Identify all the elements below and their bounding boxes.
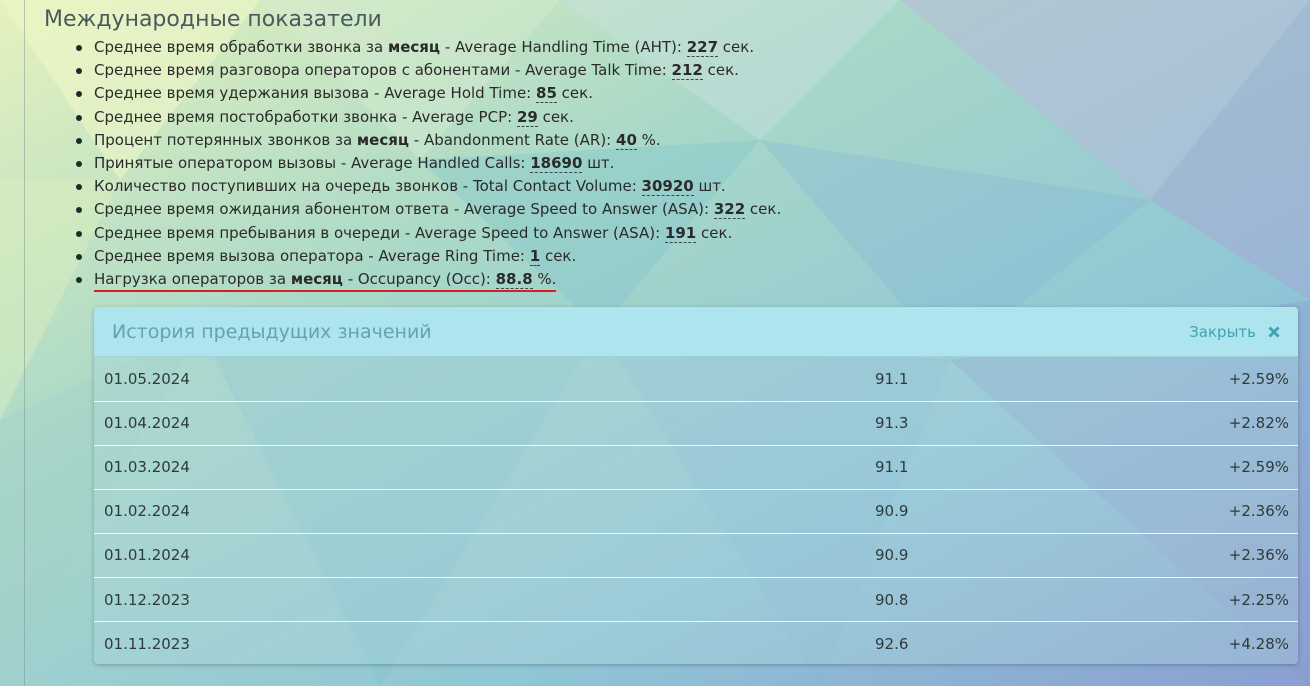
page-left-border [24,0,25,686]
metric-value[interactable]: 88.8 [495,269,533,289]
active-metric-underline: Нагрузка операторов за месяц - Occupancy… [94,269,557,292]
table-row: 01.12.2023 90.8 +2.25% [94,576,1298,622]
metric-value[interactable]: 30920 [641,177,694,197]
metric-value[interactable]: 212 [671,61,703,81]
history-table: 01.05.2024 91.1 +2.59% 01.04.2024 91.3 +… [94,357,1298,664]
row-delta: +2.59% [1228,369,1289,388]
row-date: 01.11.2023 [94,621,805,664]
table-row: 01.05.2024 91.1 +2.59% [94,357,1298,401]
row-value: 91.1 [875,369,909,388]
row-delta: +2.36% [1136,488,1298,534]
metric-value[interactable]: 40 [616,130,637,150]
metric-aht-hold: Среднее время удержания вызова - Average… [74,82,1298,105]
metric-ar: Процент потерянных звонков за месяц - Ab… [74,129,1298,152]
metric-ring-time: Среднее время вызова оператора - Average… [74,245,1298,268]
metric-value[interactable]: 29 [516,107,538,127]
metric-contact-volume: Количество поступивших на очередь звонко… [74,175,1298,198]
row-date: 01.02.2024 [94,488,805,534]
metric-value[interactable]: 191 [664,223,697,243]
metrics-list: Среднее время обработки звонка за месяц … [44,36,1298,292]
row-delta: +2.36% [1136,532,1298,578]
metric-att: Среднее время разговора операторов с або… [74,59,1298,82]
metric-asa-queue: Среднее время пребывания в очереди - Ave… [74,222,1298,245]
row-date: 01.03.2024 [94,444,805,490]
metric-value[interactable]: 1 [529,246,541,266]
metric-asa-answer: Среднее время ожидания абонентом ответа … [74,198,1298,221]
table-row: 01.01.2024 90.9 +2.36% [94,532,1298,578]
metric-handled-calls: Принятые оператором вызовы - Average Han… [74,152,1298,175]
history-header: История предыдущих значений Закрыть [94,307,1298,357]
metric-occupancy: Нагрузка операторов за месяц - Occupancy… [74,268,1298,292]
international-metrics-section: Международные показатели Среднее время о… [44,4,1298,292]
metric-value[interactable]: 85 [536,84,557,104]
metric-value[interactable]: 227 [686,38,719,57]
row-delta: +2.82% [1136,400,1298,446]
table-row: 01.11.2023 92.6 +4.28% [94,621,1298,664]
row-delta: +2.25% [1136,576,1298,622]
row-delta: +4.28% [1136,621,1298,664]
table-row: 01.04.2024 91.3 +2.82% [94,400,1298,446]
close-label: Закрыть [1189,322,1256,341]
row-date: 01.05.2024 [104,369,190,388]
row-delta: +2.59% [1136,444,1298,490]
close-button[interactable]: Закрыть [1189,323,1282,341]
section-title: Международные показатели [44,7,382,32]
metric-value[interactable]: 322 [713,200,746,220]
row-value: 90.9 [805,488,1136,534]
row-value: 90.9 [805,532,1136,578]
row-date: 01.04.2024 [94,400,805,446]
row-date: 01.01.2024 [94,532,805,578]
metric-aht: Среднее время обработки звонка за месяц … [74,36,1298,59]
table-row: 01.03.2024 91.1 +2.59% [94,444,1298,490]
close-x-icon [1266,324,1282,340]
row-date: 01.12.2023 [94,576,805,622]
metric-value[interactable]: 18690 [530,153,583,173]
row-value: 90.8 [805,576,1136,622]
table-row: 01.02.2024 90.9 +2.36% [94,488,1298,534]
history-panel: История предыдущих значений Закрыть 01.0… [94,307,1298,664]
row-value: 92.6 [805,621,1136,664]
row-value: 91.1 [805,444,1136,490]
row-value: 91.3 [805,400,1136,446]
metric-pcp: Среднее время постобработки звонка - Ave… [74,106,1298,129]
history-title: История предыдущих значений [112,320,432,343]
